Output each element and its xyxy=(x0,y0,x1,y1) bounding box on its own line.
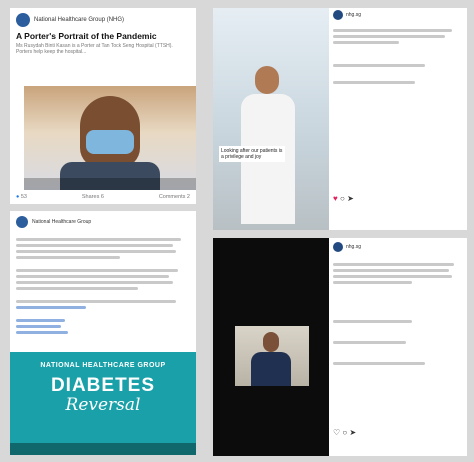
share-icon[interactable]: ➤ xyxy=(349,428,356,437)
username[interactable]: nhg.sg xyxy=(346,12,361,18)
person-head xyxy=(263,332,279,352)
video-content xyxy=(235,326,309,386)
video-frame[interactable] xyxy=(213,238,329,456)
comment-icon[interactable]: ○ xyxy=(342,428,347,437)
post-photo[interactable] xyxy=(24,86,196,190)
fb-post-porter: National Healthcare Group (NHG) A Porter… xyxy=(10,8,196,204)
person-head xyxy=(255,66,279,94)
share-icon[interactable]: ➤ xyxy=(347,194,354,203)
caption-overlay: Looking after our patients is a privileg… xyxy=(219,146,285,162)
comment-icon[interactable]: ○ xyxy=(340,194,345,203)
ig-post-bottom: nhg.sg ♡ ○ ➤ xyxy=(213,238,467,456)
comments-count[interactable]: Comments 2 xyxy=(159,194,190,200)
video-frame[interactable]: Looking after our patients is a privileg… xyxy=(213,8,329,230)
shares-count[interactable]: Shares 6 xyxy=(82,194,104,200)
ig-post-top: Looking after our patients is a privileg… xyxy=(213,8,467,230)
video-controls[interactable] xyxy=(24,178,196,190)
video-banner[interactable]: NATIONAL HEALTHCARE GROUP DIABETES Rever… xyxy=(10,352,196,455)
page-avatar[interactable] xyxy=(16,216,28,228)
post-title: A Porter's Portrait of the Pandemic xyxy=(16,31,157,41)
page-name[interactable]: National Healthcare Group xyxy=(32,219,91,225)
post-text-block xyxy=(10,233,196,339)
like-icon[interactable]: ♥ xyxy=(333,194,338,203)
banner-script: Reversal xyxy=(65,395,141,415)
like-icon: ● xyxy=(16,194,20,200)
fb-post-diabetes: National Healthcare Group NATIONAL HEALT… xyxy=(10,211,196,455)
username[interactable]: nhg.sg xyxy=(346,244,361,250)
account-avatar[interactable] xyxy=(333,242,343,252)
account-avatar[interactable] xyxy=(333,10,343,20)
face-mask xyxy=(86,130,134,154)
video-controls[interactable] xyxy=(10,443,196,455)
post-subtitle: Ms Rusydah Binti Kasan is a Porter at Ta… xyxy=(16,43,173,55)
banner-title: DIABETES xyxy=(50,375,156,396)
page-avatar[interactable] xyxy=(16,13,30,27)
banner-org: NATIONAL HEALTHCARE GROUP xyxy=(40,362,166,369)
person-body xyxy=(251,352,291,386)
reactions-count[interactable]: ● 53 xyxy=(16,194,27,200)
like-icon[interactable]: ♡ xyxy=(333,428,340,437)
page-name[interactable]: National Healthcare Group (NHG) xyxy=(34,17,124,23)
